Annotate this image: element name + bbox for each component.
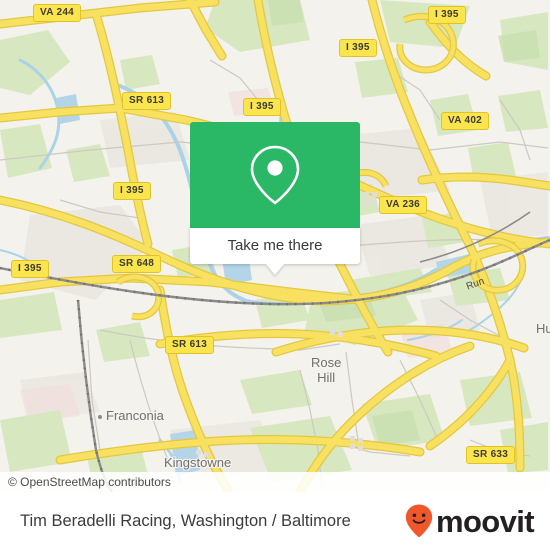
road-shield-sr-633[interactable]: SR 633 [466,446,516,464]
place-dot-franconia [98,415,102,419]
road-shield-i-395-w[interactable]: I 395 [113,182,151,200]
footer-bar: Tim Beradelli Racing, Washington / Balti… [0,492,550,550]
location-title: Tim Beradelli Racing, Washington / Balti… [20,511,351,530]
road-shield-i-395-sw[interactable]: I 395 [11,260,49,278]
place-label-kingstowne: Kingstowne [164,455,232,470]
place-label-rose-hill-line2: Hill [317,370,336,385]
place-label-rose-hill-line1: Rose [311,355,342,370]
road-shield-sr-648[interactable]: SR 648 [112,255,162,273]
road-shield-va-236[interactable]: VA 236 [379,196,428,214]
road-shield-i-395-n[interactable]: I 395 [339,39,377,57]
moovit-smiley-pin-icon [405,504,433,538]
road-shield-i-395-ne[interactable]: I 395 [428,6,466,24]
road-shield-sr-613-s[interactable]: SR 613 [165,336,215,354]
map-pin-icon [250,145,300,205]
road-shield-sr-613-nw[interactable]: SR 613 [122,92,172,110]
take-me-there-label: Take me there [227,237,323,254]
place-label-franconia: Franconia [106,408,164,423]
place-label-rose-hill: Rose Hill [311,355,341,385]
callout-tail [266,264,284,275]
road-shield-va-244[interactable]: VA 244 [33,4,82,22]
moovit-wordmark: moovit [435,503,535,539]
road-shield-va-402[interactable]: VA 402 [441,112,490,130]
moovit-map-screenshot: Run VA 244 I 395 I 395 SR 613 I 395 VA 4… [0,0,550,550]
road-shield-i-395-c[interactable]: I 395 [243,98,281,116]
take-me-there-button[interactable]: Take me there [190,228,360,264]
place-label-huntington: Hu [536,321,550,336]
osm-attribution[interactable]: © OpenStreetMap contributors [0,472,550,492]
moovit-brand[interactable]: moovit [404,492,535,550]
callout-icon-area [190,122,360,228]
destination-callout[interactable]: Take me there [190,122,360,275]
